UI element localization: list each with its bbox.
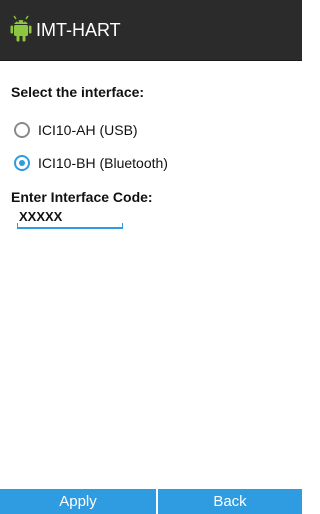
radio-option-bluetooth[interactable]: ICI10-BH (Bluetooth) bbox=[14, 152, 168, 174]
android-icon bbox=[10, 15, 32, 42]
back-button[interactable]: Back bbox=[158, 489, 302, 514]
interface-code-label: Enter Interface Code: bbox=[11, 189, 153, 205]
app-title: IMT-HART bbox=[36, 20, 121, 40]
interface-code-input[interactable] bbox=[17, 206, 123, 226]
interface-select-label: Select the interface: bbox=[11, 84, 145, 100]
input-underline bbox=[17, 227, 123, 229]
radio-option-usb[interactable]: ICI10-AH (USB) bbox=[14, 119, 138, 141]
app-screen: IMT-HART Select the interface: ICI10-AH … bbox=[0, 0, 302, 514]
radio-label-bluetooth: ICI10-BH (Bluetooth) bbox=[38, 155, 168, 171]
title-bar: IMT-HART bbox=[0, 0, 302, 61]
radio-button-usb[interactable] bbox=[14, 122, 30, 138]
radio-button-bluetooth[interactable] bbox=[14, 155, 30, 171]
apply-button[interactable]: Apply bbox=[0, 489, 158, 514]
radio-label-usb: ICI10-AH (USB) bbox=[38, 122, 138, 138]
input-underline-tick-right bbox=[122, 223, 123, 229]
input-underline-tick-left bbox=[17, 223, 18, 229]
bottom-button-bar: Apply Back bbox=[0, 489, 302, 514]
